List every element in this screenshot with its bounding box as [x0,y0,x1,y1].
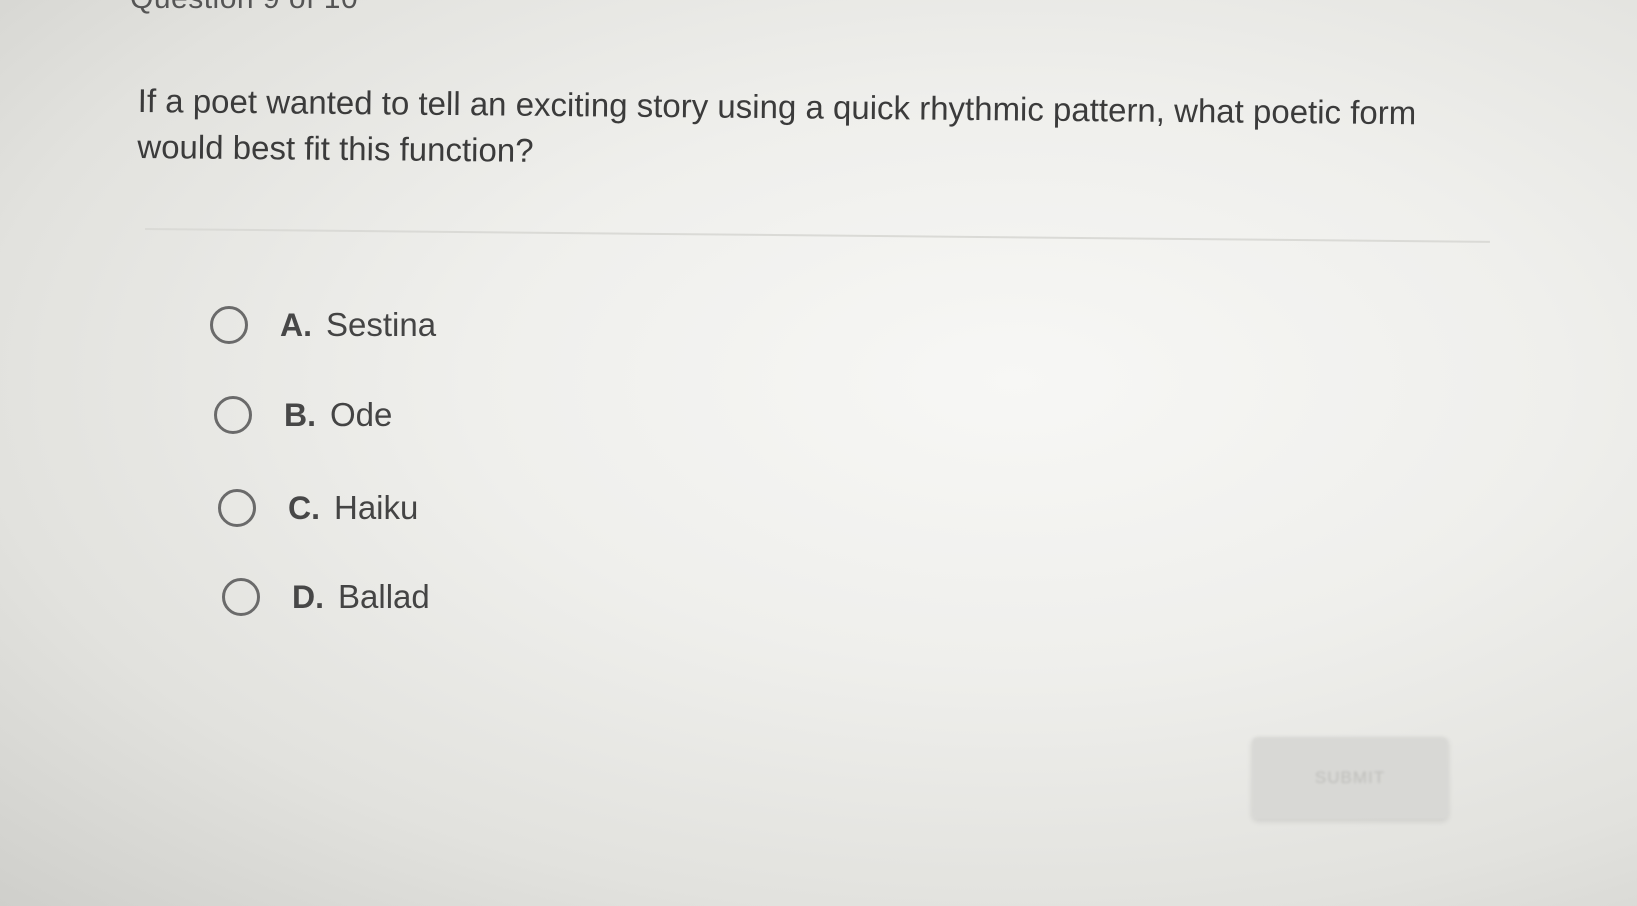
option-label: Ballad [338,578,430,615]
radio-button-c[interactable] [218,489,256,527]
option-d[interactable]: D. Ballad [222,572,430,622]
radio-button-d[interactable] [222,578,260,616]
question-text: If a poet wanted to tell an exciting sto… [137,81,1417,169]
option-label: Haiku [334,489,419,526]
option-letter: D. [292,578,324,615]
radio-button-b[interactable] [214,396,252,434]
option-letter: A. [280,306,312,343]
submit-button[interactable]: SUBMIT [1252,737,1448,819]
radio-button-a[interactable] [210,306,248,344]
option-label: Sestina [326,306,437,343]
option-b[interactable]: B. Ode [214,390,392,440]
option-c[interactable]: C. Haiku [218,483,418,533]
divider [144,228,1490,243]
option-letter: B. [284,396,316,433]
option-a[interactable]: A. Sestina [210,300,436,350]
option-label: Ode [330,396,393,433]
option-letter: C. [288,489,320,526]
question-progress-label: Question 9 of 10 [130,0,358,16]
